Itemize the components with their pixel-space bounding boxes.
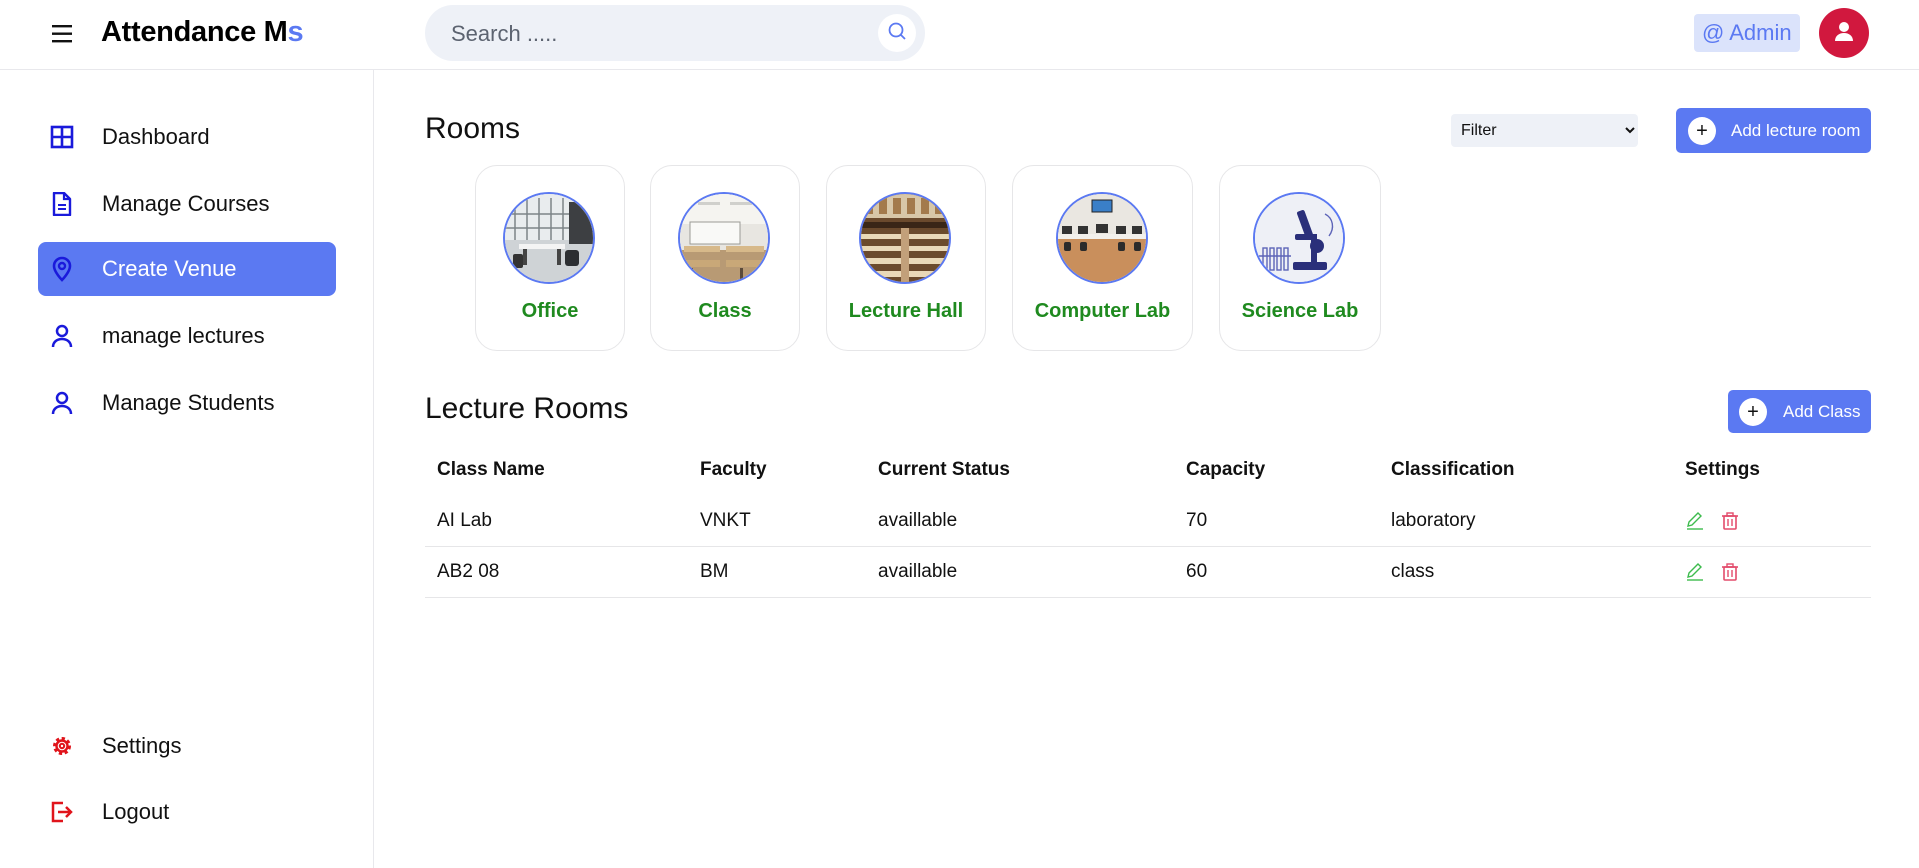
search-bar: [425, 5, 925, 61]
room-card-class[interactable]: Class: [650, 165, 800, 351]
logout-icon: [49, 799, 75, 825]
sidebar-item-logout[interactable]: Logout: [38, 785, 336, 839]
button-label: Add lecture room: [1731, 120, 1861, 140]
sidebar-item-dashboard[interactable]: Dashboard: [38, 110, 336, 164]
cell-classification: class: [1379, 546, 1673, 598]
location-pin-icon: [49, 256, 75, 282]
top-header: Attendance Ms @ Admin: [0, 0, 1919, 70]
room-name: Office: [521, 300, 579, 322]
button-label: Add Class: [1783, 401, 1861, 421]
sidebar-item-label: Manage Students: [102, 390, 275, 415]
column-header: Capacity: [1186, 459, 1266, 480]
delete-trash-icon[interactable]: [1720, 562, 1740, 582]
lecture-hall-photo: [859, 192, 951, 284]
hamburger-menu-icon[interactable]: [50, 23, 74, 45]
cell-capacity: 70: [1174, 496, 1379, 547]
cell-faculty: VNKT: [688, 496, 866, 547]
column-header: Faculty: [700, 459, 767, 480]
cell-faculty: BM: [688, 546, 866, 598]
user-role-badge[interactable]: @ Admin: [1694, 14, 1800, 52]
edit-pencil-icon[interactable]: [1685, 562, 1705, 582]
sidebar-item-label: Manage Courses: [102, 191, 270, 216]
table-row: AB2 08 BM availlable 60 class: [425, 546, 1871, 598]
grid-icon: [49, 124, 75, 150]
room-name: Science Lab: [1241, 300, 1359, 322]
add-lecture-room-button[interactable]: + Add lecture room: [1676, 108, 1871, 153]
brand-text: Attendance M: [101, 16, 288, 48]
cell-settings: [1673, 496, 1871, 547]
sidebar-item-create-venue[interactable]: Create Venue: [38, 242, 336, 296]
sidebar-item-label: Dashboard: [102, 124, 210, 149]
delete-trash-icon[interactable]: [1720, 511, 1740, 531]
search-button[interactable]: [878, 14, 916, 52]
gear-icon: [49, 733, 75, 759]
microscope-photo: [1253, 192, 1345, 284]
sidebar-item-label: Logout: [102, 799, 170, 824]
column-header: Settings: [1685, 459, 1760, 480]
sidebar-item-label: Create Venue: [102, 256, 237, 281]
sidebar-item-manage-students[interactable]: Manage Students: [38, 376, 336, 430]
document-icon: [49, 191, 75, 217]
office-photo: [503, 192, 595, 284]
sidebar-item-label: manage lectures: [102, 323, 265, 348]
classroom-photo: [678, 192, 770, 284]
cell-status: availlable: [866, 496, 1174, 547]
cell-status: availlable: [866, 546, 1174, 598]
cell-settings: [1673, 546, 1871, 598]
room-card-computer-lab[interactable]: Computer Lab: [1012, 165, 1193, 351]
cell-classification: laboratory: [1379, 496, 1673, 547]
cell-capacity: 60: [1174, 546, 1379, 598]
cell-class-name: AI Lab: [425, 496, 688, 547]
rooms-title: Rooms: [425, 112, 521, 145]
sidebar-item-settings[interactable]: Settings: [38, 719, 336, 773]
cell-class-name: AB2 08: [425, 546, 688, 598]
search-input[interactable]: [449, 19, 853, 49]
app-logo-title[interactable]: Attendance Ms: [101, 16, 304, 49]
plus-icon: +: [1688, 116, 1716, 145]
edit-pencil-icon[interactable]: [1685, 511, 1705, 531]
lecture-rooms-table: Class Name Faculty Current Status Capaci…: [425, 444, 1871, 598]
plus-icon: +: [1739, 397, 1767, 426]
computer-lab-photo: [1056, 192, 1148, 284]
room-card-office[interactable]: Office: [475, 165, 625, 351]
user-icon: [49, 390, 75, 416]
room-name: Computer Lab: [1034, 300, 1171, 322]
column-header: Current Status: [878, 459, 1010, 480]
room-card-lecture-hall[interactable]: Lecture Hall: [826, 165, 986, 351]
lecture-rooms-title: Lecture Rooms: [425, 392, 629, 425]
sidebar-item-label: Settings: [102, 733, 182, 758]
room-card-science-lab[interactable]: Science Lab: [1219, 165, 1381, 351]
room-name: Lecture Hall: [848, 300, 964, 322]
column-header: Class Name: [437, 459, 545, 480]
user-silhouette-icon: [1832, 19, 1856, 48]
filter-select[interactable]: Filter: [1451, 114, 1638, 147]
table-row: AI Lab VNKT availlable 70 laboratory: [425, 496, 1871, 547]
user-avatar[interactable]: [1819, 8, 1869, 58]
sidebar-item-manage-lectures[interactable]: manage lectures: [38, 309, 336, 363]
table-header-row: Class Name Faculty Current Status Capaci…: [425, 444, 1871, 496]
column-header: Classification: [1391, 459, 1515, 480]
search-icon: [887, 21, 907, 46]
sidebar-item-manage-courses[interactable]: Manage Courses: [38, 177, 336, 231]
room-name: Class: [698, 300, 752, 322]
user-icon: [49, 323, 75, 349]
sidebar: Dashboard Manage Courses Create Venue ma…: [0, 70, 374, 868]
add-class-button[interactable]: + Add Class: [1728, 390, 1871, 433]
brand-accent-letter: s: [287, 16, 304, 48]
